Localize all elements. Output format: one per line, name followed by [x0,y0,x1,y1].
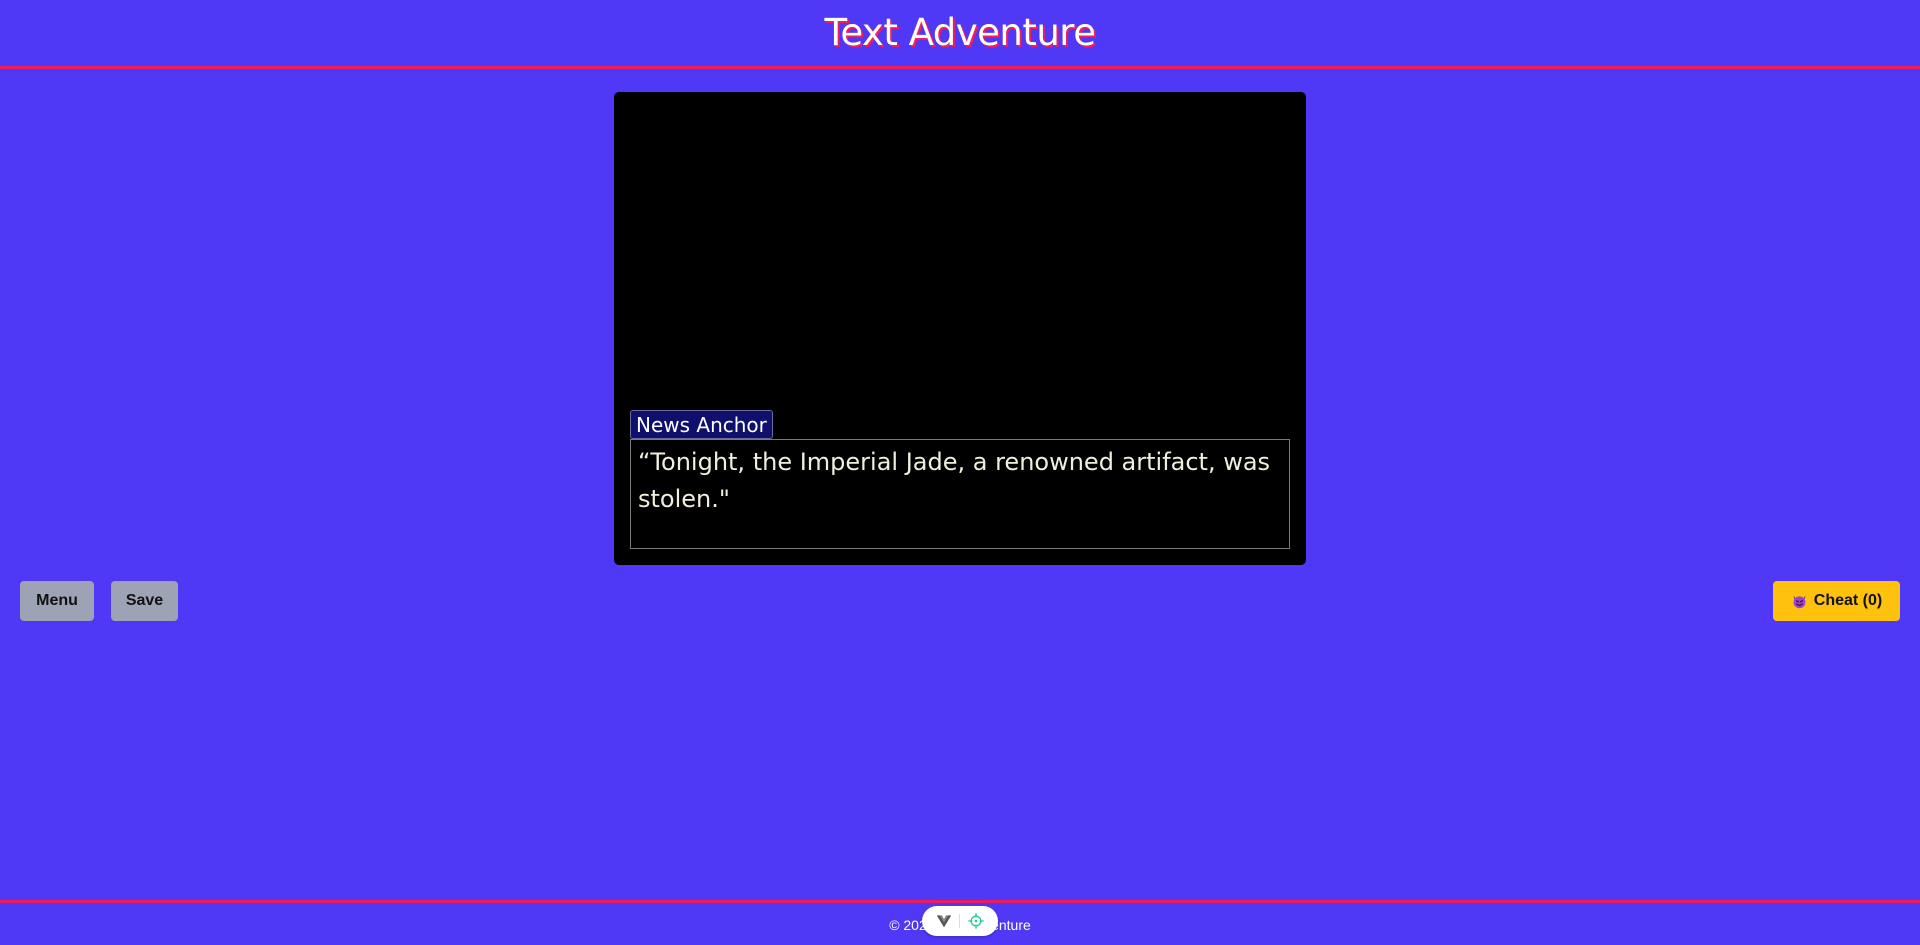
cheat-button-label: Cheat (0) [1813,592,1883,609]
footer-divider [0,900,1920,903]
speaker-name-tag: News Anchor [630,410,773,439]
toolbar-divider [959,914,961,928]
vue-logo-icon[interactable] [936,913,952,929]
crosshair-icon[interactable] [968,913,984,929]
menu-button[interactable]: Menu [20,581,94,621]
save-button-label: Save [125,592,164,609]
app-title: Text Adventure [824,10,1096,54]
app-header: Text Adventure [0,0,1920,69]
cheat-button[interactable]: Cheat (0) [1773,581,1900,621]
dialogue-box[interactable]: “Tonight, the Imperial Jade, a renowned … [630,439,1290,549]
devtools-toolbar[interactable] [922,906,998,936]
dialogue-text: “Tonight, the Imperial Jade, a renowned … [638,448,1271,513]
game-stage[interactable]: News Anchor “Tonight, the Imperial Jade,… [614,92,1306,565]
devil-face-icon [1793,595,1806,608]
menu-button-label: Menu [36,592,78,609]
save-button[interactable]: Save [111,581,178,621]
